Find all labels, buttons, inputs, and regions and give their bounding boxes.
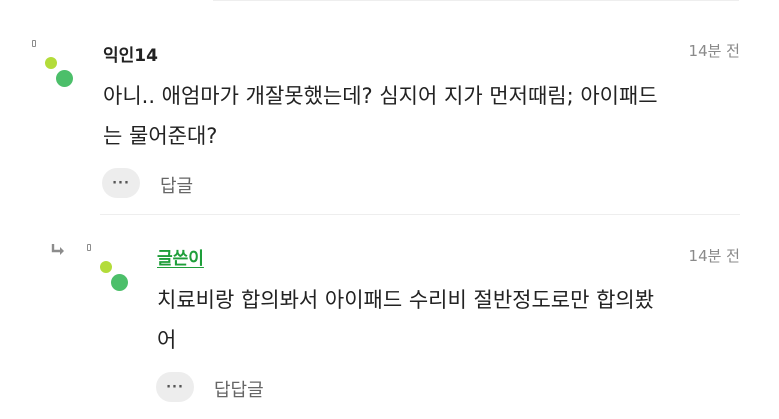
- comment-content-line: 어: [157, 328, 177, 352]
- avatar[interactable]: [87, 244, 128, 291]
- author-nickname[interactable]: 글쓴이: [157, 244, 204, 269]
- comment-content: 아니.. 애엄마가 개잘못했는데? 심지어 지가 먼저때림; 아이패드 는 물어…: [103, 76, 658, 156]
- avatar-square-icon: [87, 244, 91, 251]
- comment-content-line: 치료비랑 합의봐서 아이패드 수리비 절반정도로만 합의봤: [157, 288, 655, 312]
- comment-content-line: 는 물어준대?: [103, 124, 218, 148]
- comment-content: 치료비랑 합의봐서 아이패드 수리비 절반정도로만 합의봤 어: [157, 280, 654, 360]
- avatar-dot-icon: [100, 261, 112, 273]
- more-dots-icon: ···: [166, 379, 184, 395]
- avatar-dot-icon: [56, 70, 73, 87]
- comment-thread: 익인14 14분 전 아니.. 애엄마가 개잘못했는데? 심지어 지가 먼저때림…: [0, 0, 779, 419]
- more-dots-icon: ···: [112, 175, 130, 191]
- avatar[interactable]: [32, 40, 73, 87]
- reply-arrow-icon: [51, 244, 64, 255]
- avatar-square-icon: [32, 40, 36, 47]
- divider: [100, 214, 740, 215]
- more-options-button[interactable]: ···: [156, 372, 194, 402]
- comment-content-line: 아니.. 애엄마가 개잘못했는데? 심지어 지가 먼저때림; 아이패드: [103, 84, 658, 108]
- avatar-dot-icon: [111, 274, 128, 291]
- comment-time: 14분 전: [688, 42, 740, 60]
- comment-time: 14분 전: [688, 247, 740, 265]
- reply-button[interactable]: 답글: [160, 172, 193, 198]
- reply-button[interactable]: 답답글: [214, 376, 264, 402]
- comment-nickname[interactable]: 익인14: [103, 41, 158, 66]
- divider: [213, 0, 739, 1]
- avatar-dot-icon: [45, 57, 57, 69]
- more-options-button[interactable]: ···: [102, 168, 140, 198]
